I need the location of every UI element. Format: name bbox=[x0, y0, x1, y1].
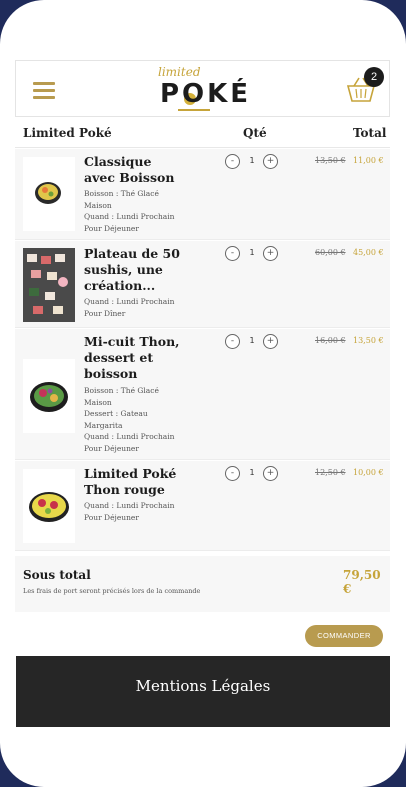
logo-small-text: limited bbox=[158, 65, 201, 79]
phone-screen: limited POKÉ 2 Limited Poké Qté Total Cl… bbox=[0, 0, 406, 787]
increase-qty-button[interactable]: + bbox=[263, 154, 278, 169]
subtotal-section: Sous total Les frais de port seront préc… bbox=[15, 556, 390, 612]
original-price: 16,00 € bbox=[315, 336, 346, 345]
cart-item-row: Plateau de 50 sushis, une création... Qu… bbox=[15, 241, 390, 328]
increase-qty-button[interactable]: + bbox=[263, 246, 278, 261]
decrease-qty-button[interactable]: - bbox=[225, 334, 240, 349]
quantity-stepper: - 1 + bbox=[225, 334, 285, 350]
quantity-stepper: - 1 + bbox=[225, 466, 285, 482]
quantity-value: 1 bbox=[249, 248, 255, 257]
decrease-qty-button[interactable]: - bbox=[225, 246, 240, 261]
cart-item-row: Limited Poké Thon rouge Quand : Lundi Pr… bbox=[15, 461, 390, 551]
logo-underline bbox=[178, 109, 210, 111]
product-title[interactable]: Limited Poké Thon rouge bbox=[84, 466, 184, 498]
product-detail: Boisson : Thé Glacé Maison bbox=[84, 386, 159, 407]
original-price: 13,50 € bbox=[315, 156, 346, 165]
product-detail: Quand : Lundi Prochain Pour Déjeuner bbox=[84, 501, 175, 522]
order-button[interactable]: COMMANDER bbox=[305, 625, 383, 647]
discounted-price: 10,00 € bbox=[353, 468, 384, 477]
shipping-note: Les frais de port seront précisés lors d… bbox=[23, 587, 201, 595]
quantity-stepper: - 1 + bbox=[225, 246, 285, 262]
column-total: Total bbox=[353, 126, 387, 140]
product-image[interactable] bbox=[23, 248, 75, 322]
original-price: 12,50 € bbox=[315, 468, 346, 477]
cart-item-row: Classique avec Boisson Boisson : Thé Gla… bbox=[15, 149, 390, 240]
product-title[interactable]: Plateau de 50 sushis, une création... bbox=[84, 246, 184, 294]
logo-big-text: POKÉ bbox=[160, 79, 252, 109]
menu-icon[interactable] bbox=[33, 82, 55, 99]
quantity-value: 1 bbox=[249, 336, 255, 345]
discounted-price: 45,00 € bbox=[353, 248, 384, 257]
increase-qty-button[interactable]: + bbox=[263, 466, 278, 481]
subtotal-label: Sous total bbox=[23, 568, 91, 582]
product-title[interactable]: Classique avec Boisson bbox=[84, 154, 184, 186]
cart-table-header: Limited Poké Qté Total bbox=[15, 118, 390, 148]
quantity-stepper: - 1 + bbox=[225, 154, 285, 170]
product-detail: Quand : Lundi Prochain Pour Dîner bbox=[84, 297, 175, 318]
column-product: Limited Poké bbox=[23, 126, 112, 140]
product-detail: Boisson : Thé Glacé Maison bbox=[84, 189, 159, 210]
product-image[interactable] bbox=[23, 469, 75, 543]
column-qty: Qté bbox=[243, 126, 267, 140]
original-price: 60,00 € bbox=[315, 248, 346, 257]
site-header: limited POKÉ 2 bbox=[15, 60, 390, 117]
cart-count-badge: 2 bbox=[364, 67, 384, 87]
increase-qty-button[interactable]: + bbox=[263, 334, 278, 349]
legal-notice-link[interactable]: Mentions Légales bbox=[136, 677, 271, 695]
product-detail: Quand : Lundi Prochain Pour Déjeuner bbox=[84, 432, 175, 453]
product-image[interactable] bbox=[23, 157, 75, 231]
product-image[interactable] bbox=[23, 359, 75, 433]
discounted-price: 13,50 € bbox=[353, 336, 384, 345]
decrease-qty-button[interactable]: - bbox=[225, 154, 240, 169]
site-footer: Mentions Légales bbox=[16, 656, 390, 727]
discounted-price: 11,00 € bbox=[353, 156, 384, 165]
quantity-value: 1 bbox=[249, 468, 255, 477]
quantity-value: 1 bbox=[249, 156, 255, 165]
limited-poke-logo[interactable]: limited POKÉ bbox=[158, 65, 250, 115]
product-detail: Dessert : Gateau Margarita bbox=[84, 409, 148, 430]
cart-item-row: Mi-cuit Thon, dessert et boisson Boisson… bbox=[15, 329, 390, 460]
subtotal-value: 79,50 € bbox=[343, 568, 381, 596]
product-detail: Quand : Lundi Prochain Pour Déjeuner bbox=[84, 212, 175, 233]
decrease-qty-button[interactable]: - bbox=[225, 466, 240, 481]
product-title[interactable]: Mi-cuit Thon, dessert et boisson bbox=[84, 334, 184, 382]
